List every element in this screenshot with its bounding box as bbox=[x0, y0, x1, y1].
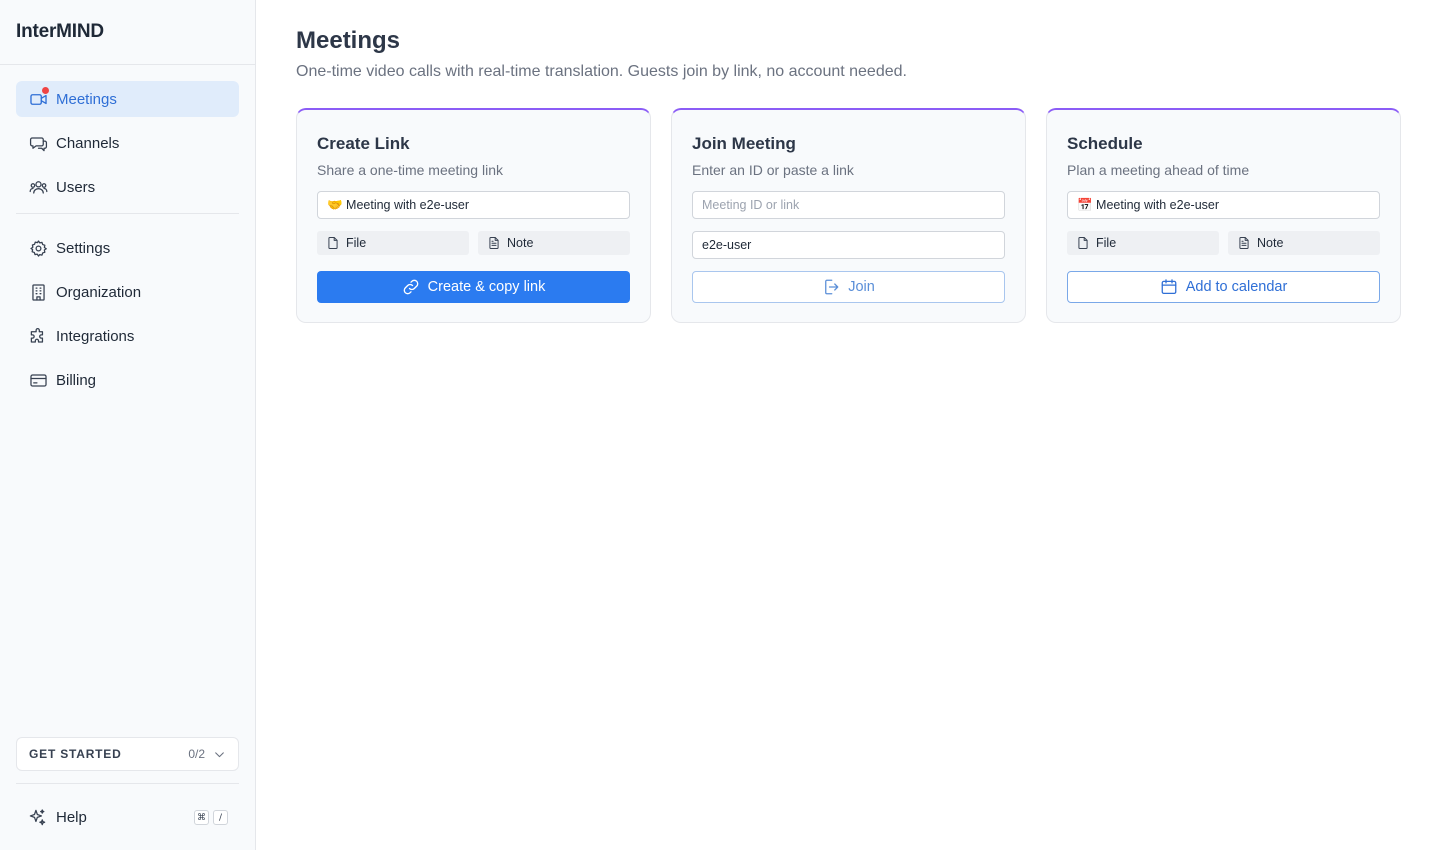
attach-note-label: Note bbox=[507, 236, 534, 250]
gear-icon bbox=[28, 238, 48, 258]
shortcut-key-cmd: ⌘ bbox=[194, 810, 209, 825]
help-shortcut: ⌘ / bbox=[194, 810, 228, 825]
attachment-row: File Note bbox=[317, 231, 630, 255]
sidebar-item-label: Settings bbox=[56, 239, 111, 257]
video-icon bbox=[28, 87, 49, 109]
sidebar-bottom-divider bbox=[16, 783, 239, 784]
file-icon bbox=[1078, 236, 1088, 250]
attach-file-button[interactable]: File bbox=[1067, 231, 1219, 255]
sidebar-item-integrations[interactable]: Integrations bbox=[16, 318, 239, 354]
create-copy-link-button[interactable]: Create & copy link bbox=[317, 271, 630, 303]
sidebar: InterMIND Meetings Channels Users Settin… bbox=[0, 0, 256, 850]
chat-icon bbox=[28, 133, 48, 153]
sidebar-item-label: Integrations bbox=[56, 327, 135, 345]
sidebar-divider bbox=[16, 213, 239, 214]
card-description: Enter an ID or paste a link bbox=[692, 162, 854, 178]
get-started-label: GET STARTED bbox=[29, 747, 122, 761]
sidebar-item-label: Organization bbox=[56, 283, 142, 301]
sidebar-nav: Meetings Channels Users Settings Organiz… bbox=[0, 65, 255, 398]
brand-logo: InterMIND bbox=[0, 0, 255, 65]
create-copy-link-label: Create & copy link bbox=[427, 279, 546, 295]
notification-dot bbox=[42, 87, 49, 94]
join-button[interactable]: Join bbox=[692, 271, 1005, 303]
card-title: Join Meeting bbox=[692, 134, 796, 153]
sidebar-item-label: Meetings bbox=[56, 90, 117, 108]
add-to-calendar-button[interactable]: Add to calendar bbox=[1067, 271, 1380, 303]
attach-file-label: File bbox=[346, 236, 367, 250]
add-to-calendar-label: Add to calendar bbox=[1185, 279, 1288, 295]
card-description: Plan a meeting ahead of time bbox=[1067, 162, 1250, 178]
sparkles-icon bbox=[29, 809, 46, 826]
note-icon bbox=[489, 236, 499, 250]
credit-card-icon bbox=[28, 370, 48, 390]
sidebar-item-users[interactable]: Users bbox=[16, 169, 239, 205]
schedule-card: Schedule Plan a meeting ahead of time 📅 … bbox=[1046, 108, 1401, 323]
schedule-name-input[interactable]: 📅 Meeting with e2e-user bbox=[1067, 191, 1380, 219]
display-name-input[interactable]: e2e-user bbox=[692, 231, 1005, 259]
create-link-card: Create Link Share a one-time meeting lin… bbox=[296, 108, 651, 323]
meeting-id-input[interactable]: Meeting ID or link bbox=[692, 191, 1005, 219]
calendar-icon bbox=[1161, 279, 1177, 295]
users-icon bbox=[28, 177, 48, 197]
link-icon bbox=[403, 279, 418, 295]
sidebar-item-billing[interactable]: Billing bbox=[16, 362, 239, 398]
card-title: Create Link bbox=[317, 134, 410, 153]
attach-file-button[interactable]: File bbox=[317, 231, 469, 255]
file-icon bbox=[328, 236, 338, 250]
get-started-count: 0/2 bbox=[188, 747, 205, 761]
shortcut-key-slash: / bbox=[213, 810, 228, 825]
help-label: Help bbox=[56, 809, 87, 826]
sidebar-item-label: Users bbox=[56, 178, 96, 196]
page-subtitle: One-time video calls with real-time tran… bbox=[296, 63, 907, 80]
meeting-name-input[interactable]: 🤝 Meeting with e2e-user bbox=[317, 191, 630, 219]
get-started-toggle[interactable]: GET STARTED 0/2 bbox=[16, 737, 239, 771]
sidebar-item-label: Billing bbox=[56, 371, 97, 389]
page-title: Meetings bbox=[296, 27, 401, 54]
meeting-cards: Create Link Share a one-time meeting lin… bbox=[296, 108, 1401, 323]
sidebar-item-label: Channels bbox=[56, 134, 120, 152]
card-description: Share a one-time meeting link bbox=[317, 162, 503, 178]
join-label: Join bbox=[848, 279, 875, 295]
attach-note-button[interactable]: Note bbox=[478, 231, 630, 255]
card-title: Schedule bbox=[1067, 134, 1143, 153]
chevron-down-icon bbox=[215, 751, 224, 757]
attach-note-label: Note bbox=[1257, 236, 1284, 250]
note-icon bbox=[1239, 236, 1249, 250]
puzzle-icon bbox=[28, 326, 48, 346]
building-icon bbox=[28, 282, 48, 302]
attach-note-button[interactable]: Note bbox=[1228, 231, 1380, 255]
sidebar-item-organization[interactable]: Organization bbox=[16, 274, 239, 310]
attachment-row: File Note bbox=[1067, 231, 1380, 255]
sidebar-item-settings[interactable]: Settings bbox=[16, 230, 239, 266]
log-in-icon bbox=[825, 279, 839, 295]
help-button[interactable]: Help ⌘ / bbox=[28, 808, 228, 827]
sidebar-item-meetings[interactable]: Meetings bbox=[16, 81, 239, 117]
attach-file-label: File bbox=[1096, 236, 1117, 250]
sidebar-item-channels[interactable]: Channels bbox=[16, 125, 239, 161]
join-meeting-card: Join Meeting Enter an ID or paste a link… bbox=[671, 108, 1026, 323]
